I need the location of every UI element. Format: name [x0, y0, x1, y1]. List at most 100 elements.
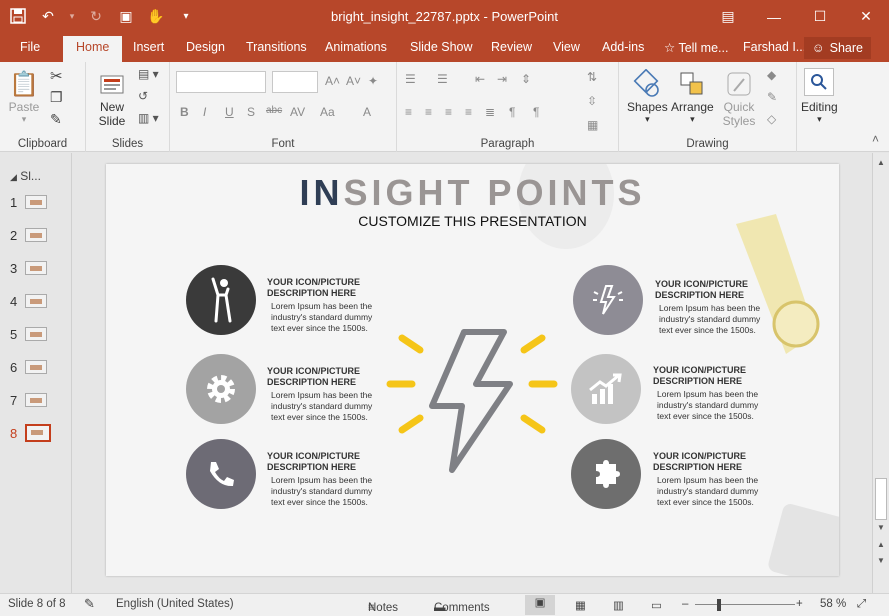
collapse-ribbon-icon[interactable]: ˄ — [872, 132, 879, 146]
decrease-indent-icon[interactable]: ⇤ — [475, 72, 485, 86]
strikethrough-icon[interactable]: abc — [266, 105, 282, 116]
close-icon[interactable]: ✕ — [843, 0, 889, 33]
shadow-icon[interactable]: S — [247, 105, 255, 119]
font-color-icon[interactable]: A — [363, 105, 371, 119]
slide-thumb-3[interactable]: 3 — [10, 258, 48, 278]
current-slide[interactable]: INSIGHT POINTS CUSTOMIZE THIS PRESENTATI… — [106, 164, 839, 576]
zoom-slider-track[interactable] — [695, 604, 795, 605]
font-size-combo[interactable] — [272, 71, 318, 93]
vertical-scrollbar[interactable]: ▲ ▼ ▲ ▼ — [872, 153, 889, 593]
item-6-text: YOUR ICON/PICTURE DESCRIPTION HERE Lorem… — [653, 451, 763, 508]
slide-thumb-4[interactable]: 4 — [10, 291, 48, 311]
tab-add-ins[interactable]: Add-ins — [602, 40, 644, 54]
slide-thumb-2[interactable]: 2 — [10, 225, 48, 245]
increase-indent-icon[interactable]: ⇥ — [497, 72, 507, 86]
align-text-icon[interactable]: ⇳ — [587, 94, 597, 108]
item-3-text: YOUR ICON/PICTURE DESCRIPTION HERE Lorem… — [267, 451, 377, 508]
fit-to-window-icon[interactable]: ⤢ — [857, 598, 866, 611]
account-name[interactable]: Farshad I... — [743, 40, 806, 54]
paragraph-group-label: Paragraph — [480, 138, 535, 150]
bold-icon[interactable]: B — [180, 105, 189, 119]
chevron-down-icon: ▾ — [645, 114, 650, 124]
increase-font-size-icon[interactable]: A˄ — [325, 74, 340, 88]
columns-icon[interactable]: ≣ — [485, 105, 495, 119]
paste-button[interactable]: 📋 Paste ▾ — [8, 68, 40, 125]
ribbon-display-options-icon[interactable]: ▤ — [705, 0, 751, 33]
quick-styles-button[interactable]: Quick Styles — [719, 68, 759, 128]
italic-icon[interactable]: I — [203, 105, 206, 119]
editing-button[interactable]: Editing ▾ — [801, 68, 838, 125]
language-indicator[interactable]: English (United States) — [116, 598, 234, 610]
maximize-icon[interactable]: ☐ — [797, 0, 843, 33]
reset-icon[interactable]: ↺ — [138, 89, 148, 103]
tab-review[interactable]: Review — [491, 40, 532, 54]
share-button[interactable]: ☺ Share — [803, 37, 871, 59]
change-case-icon[interactable]: Aa — [320, 105, 335, 119]
slide-thumbnail — [25, 424, 52, 442]
title-bar: ↶ ▾ ↻ ▣ ✋ ▾ bright_insight_22787.pptx - … — [0, 0, 889, 33]
spelling-check-icon[interactable]: ✎ — [84, 596, 95, 612]
clear-formatting-icon[interactable]: ✦ — [368, 74, 378, 88]
tab-animations[interactable]: Animations — [325, 40, 387, 54]
format-painter-icon[interactable]: ✎ — [50, 111, 62, 128]
slide-subtitle: CUSTOMIZE THIS PRESENTATION — [358, 213, 587, 229]
slide-thumb-1[interactable]: 1 — [10, 192, 48, 212]
power-icon — [593, 285, 623, 315]
scroll-down-icon[interactable]: ▼ — [873, 520, 889, 534]
layout-icon[interactable]: ▤ ▾ — [138, 67, 159, 81]
previous-slide-icon[interactable]: ▲ — [873, 537, 889, 551]
cut-icon[interactable]: ✂ — [50, 67, 63, 85]
reading-view-icon[interactable]: ▥ — [613, 598, 624, 612]
slideshow-view-icon[interactable]: ▭ — [651, 598, 662, 612]
justify-icon[interactable]: ≡ — [465, 105, 472, 119]
zoom-level[interactable]: 58 % — [820, 598, 846, 610]
bullets-icon[interactable]: ☰ — [405, 72, 416, 86]
align-center-icon[interactable]: ≡ — [425, 105, 432, 119]
tab-view[interactable]: View — [553, 40, 580, 54]
paste-label: Paste — [8, 100, 40, 114]
tab-design[interactable]: Design — [186, 40, 225, 54]
scroll-thumb[interactable] — [875, 478, 887, 520]
slide-sorter-icon[interactable]: ▦ — [575, 598, 586, 612]
tab-transitions[interactable]: Transitions — [246, 40, 307, 54]
convert-smartart-icon[interactable]: ▦ — [587, 118, 598, 132]
next-slide-icon[interactable]: ▼ — [873, 553, 889, 567]
font-name-combo[interactable] — [176, 71, 266, 93]
new-slide-button[interactable]: New Slide — [92, 68, 132, 128]
tab-file[interactable]: File — [20, 40, 40, 54]
minimize-icon[interactable]: — — [751, 0, 797, 33]
section-icon[interactable]: ▥ ▾ — [138, 111, 159, 125]
slide-thumb-7[interactable]: 7 — [10, 390, 48, 410]
shape-fill-icon[interactable]: ◆ — [767, 68, 776, 82]
ltr-icon[interactable]: ¶ — [509, 105, 515, 119]
collapse-triangle-icon[interactable]: ◢ — [10, 172, 17, 182]
zoom-out-icon[interactable]: – — [682, 598, 688, 610]
slide-counter: Slide 8 of 8 — [8, 598, 66, 610]
underline-icon[interactable]: U — [225, 105, 234, 119]
shape-outline-icon[interactable]: ✎ — [767, 90, 777, 104]
tell-me-search[interactable]: ☆ Tell me... — [664, 40, 728, 55]
zoom-slider-thumb[interactable] — [717, 599, 721, 611]
copy-icon[interactable]: ❐ — [50, 89, 63, 106]
character-spacing-icon[interactable]: AV — [290, 105, 305, 119]
normal-view-icon[interactable]: ▣ — [525, 595, 555, 615]
slide-thumb-5[interactable]: 5 — [10, 324, 48, 344]
align-left-icon[interactable]: ≡ — [405, 105, 412, 119]
shape-effects-icon[interactable]: ◇ — [767, 112, 776, 126]
shapes-button[interactable]: Shapes ▾ — [627, 68, 668, 125]
line-spacing-icon[interactable]: ⇕ — [521, 72, 531, 86]
tab-insert[interactable]: Insert — [133, 40, 164, 54]
slide-thumb-6[interactable]: 6 — [10, 357, 48, 377]
rtl-icon[interactable]: ¶ — [533, 105, 539, 119]
tab-slide-show[interactable]: Slide Show — [410, 40, 473, 54]
zoom-in-icon[interactable]: + — [796, 598, 803, 610]
numbering-icon[interactable]: ☰ — [437, 72, 448, 86]
arrange-button[interactable]: Arrange ▾ — [671, 68, 714, 125]
font-group: A˄ A˅ ✦ B I U S abc AV Aa A Font — [170, 62, 397, 152]
text-direction-icon[interactable]: ⇅ — [587, 70, 597, 84]
scroll-up-icon[interactable]: ▲ — [873, 155, 889, 169]
decrease-font-size-icon[interactable]: A˅ — [346, 74, 361, 88]
align-right-icon[interactable]: ≡ — [445, 105, 452, 119]
slide-thumb-8[interactable]: 8 — [10, 423, 52, 443]
tab-home[interactable]: Home — [63, 36, 123, 62]
